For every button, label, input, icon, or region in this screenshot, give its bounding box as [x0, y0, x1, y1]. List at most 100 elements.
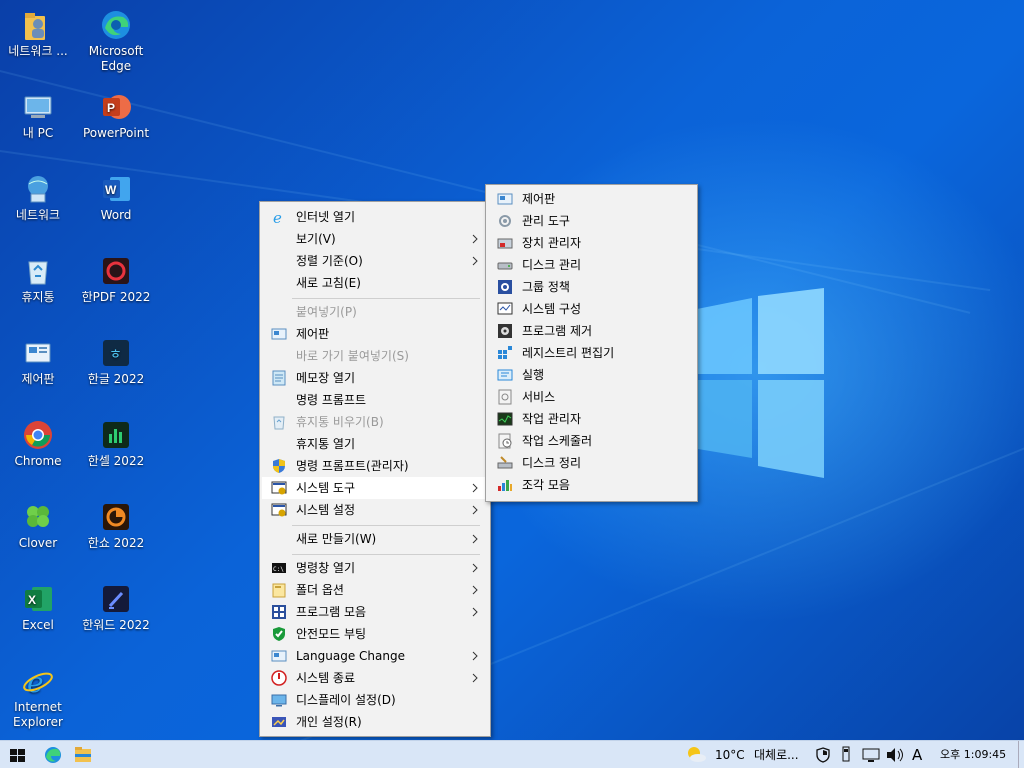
windows-logo-icon — [692, 288, 824, 478]
desktop-icon-chrome[interactable]: Chrome — [0, 412, 76, 488]
uninstall-icon — [498, 324, 512, 338]
desktop-icon-user[interactable]: 네트워크 ... — [0, 2, 76, 78]
start-button-windows-icon[interactable] — [0, 741, 36, 768]
desktop-icon-excel[interactable]: X Excel — [0, 576, 76, 652]
desktop-icon-hanshow[interactable]: 한쇼 2022 — [78, 494, 154, 570]
submenu-item-label: 작업 스케줄러 — [522, 434, 593, 448]
menu-item-safe-mode-boot[interactable]: 안전모드 부팅 — [262, 623, 488, 645]
weather-temperature[interactable]: 10°C — [715, 741, 745, 768]
desktop-icon-powerpoint[interactable]: P PowerPoint — [78, 84, 154, 160]
menu-item-label: 인터넷 열기 — [296, 210, 356, 224]
submenu-item-uninstall-programs[interactable]: 프로그램 제거 — [488, 320, 695, 342]
ie-icon: e — [23, 666, 53, 698]
recycle-bin-icon — [28, 261, 48, 285]
menu-item-paste-shortcut[interactable]: 바로 가기 붙여넣기(S) — [262, 345, 488, 367]
submenu-item-group-policy[interactable]: 그룹 정책 — [488, 276, 695, 298]
cmd-icon: C:\ — [272, 563, 286, 573]
desktop-icon-label: 제어판 — [21, 372, 55, 386]
desktop-icon-hangul[interactable]: ㅎ 한글 2022 — [78, 330, 154, 406]
desktop-icon-control-panel[interactable]: 제어판 — [0, 330, 76, 406]
submenu-item-task-manager[interactable]: 작업 관리자 — [488, 408, 695, 430]
menu-item-shutdown[interactable]: 시스템 종료 — [262, 667, 488, 689]
word-icon: W — [103, 177, 130, 201]
desktop-icon-recycle-bin[interactable]: 휴지통 — [0, 248, 76, 324]
taskbar-edge-icon[interactable] — [38, 741, 68, 768]
menu-item-new[interactable]: 새로 만들기(W) — [262, 528, 488, 550]
submenu-item-label: 작업 관리자 — [522, 412, 582, 426]
menu-item-open-notepad[interactable]: 메모장 열기 — [262, 367, 488, 389]
submenu-item-admin-tools[interactable]: 관리 도구 — [488, 210, 695, 232]
menu-item-label: 명령 프롬프트(관리자) — [296, 459, 409, 473]
menu-item-label: 명령 프롬프트 — [296, 393, 367, 407]
svg-text:C:\: C:\ — [273, 566, 284, 573]
input-method-indicator[interactable]: A — [912, 741, 922, 768]
run-icon — [497, 369, 513, 381]
desktop-icon-network[interactable]: 네트워크 — [0, 166, 76, 242]
show-desktop-button[interactable] — [1018, 741, 1024, 768]
desktop-icon-label: 한쇼 2022 — [87, 536, 145, 550]
shield-icon — [273, 459, 285, 473]
desktop-icon-my-pc[interactable]: 내 PC — [0, 84, 76, 160]
menu-item-command-prompt[interactable]: 명령 프롬프트 — [262, 389, 488, 411]
submenu-item-disk-management[interactable]: 디스크 관리 — [488, 254, 695, 276]
menu-item-refresh[interactable]: 새로 고침(E) — [262, 272, 488, 294]
menu-item-language-change[interactable]: Language Change — [262, 645, 488, 667]
submenu-item-defragment[interactable]: 조각 모음 — [488, 474, 695, 496]
weather-description[interactable]: 대체로... — [754, 741, 799, 768]
menu-item-label: 디스플레이 설정(D) — [296, 693, 396, 707]
menu-item-personalize[interactable]: 개인 설정(R) — [262, 711, 488, 733]
menu-item-system-tools[interactable]: 시스템 도구 — [262, 477, 488, 499]
control-panel-icon — [497, 193, 513, 205]
submenu-item-task-scheduler[interactable]: 작업 스케줄러 — [488, 430, 695, 452]
menu-item-open-recycle-bin[interactable]: 휴지통 열기 — [262, 433, 488, 455]
submenu-item-disk-cleanup[interactable]: 디스크 정리 — [488, 452, 695, 474]
network-status-icon[interactable] — [860, 741, 882, 768]
network-icon — [28, 176, 48, 203]
desktop-icon-label: 네트워크 ... — [8, 44, 68, 58]
desktop-icon-label: Internet Explorer — [13, 700, 63, 729]
submenu-item-services[interactable]: 서비스 — [488, 386, 695, 408]
desktop-icon-clover[interactable]: Clover — [0, 494, 76, 570]
taskbar-file-explorer-icon[interactable] — [68, 741, 98, 768]
desktop-icon-word[interactable]: W Word — [78, 166, 154, 242]
menu-item-open-cmd-window[interactable]: C:\ 명령창 열기 — [262, 557, 488, 579]
disk-cleanup-icon — [497, 456, 513, 469]
submenu-item-system-config[interactable]: 시스템 구성 — [488, 298, 695, 320]
menu-item-open-internet[interactable]: e 인터넷 열기 — [262, 206, 488, 228]
menu-item-system-settings[interactable]: 시스템 설정 — [262, 499, 488, 521]
submenu-item-run[interactable]: 실행 — [488, 364, 695, 386]
taskbar-clock[interactable]: 오후 1:09:45 — [940, 741, 1006, 768]
desktop-icon-hanpdf[interactable]: 한PDF 2022 — [78, 248, 154, 324]
menu-item-paste[interactable]: 붙여넣기(P) — [262, 301, 488, 323]
desktop-icon-hanword[interactable]: 한워드 2022 — [78, 576, 154, 652]
submenu-item-registry-editor[interactable]: 레지스트리 편집기 — [488, 342, 695, 364]
menu-item-sort-by[interactable]: 정렬 기준(O) — [262, 250, 488, 272]
chevron-right-icon — [472, 585, 478, 595]
menu-item-empty-recycle-bin[interactable]: 휴지통 비우기(B) — [262, 411, 488, 433]
weather-sun-icon[interactable] — [684, 741, 708, 768]
security-shield-icon[interactable] — [814, 741, 832, 768]
menu-item-control-panel[interactable]: 제어판 — [262, 323, 488, 345]
desktop-icon-hancell[interactable]: 한셀 2022 — [78, 412, 154, 488]
desktop-icon-internet-explorer[interactable]: e Internet Explorer — [0, 658, 76, 734]
menu-item-program-collection[interactable]: 프로그램 모음 — [262, 601, 488, 623]
chevron-right-icon — [472, 534, 478, 544]
submenu-item-control-panel[interactable]: 제어판 — [488, 188, 695, 210]
submenu-item-device-manager[interactable]: 장치 관리자 — [488, 232, 695, 254]
volume-icon[interactable] — [884, 741, 906, 768]
usb-device-icon[interactable] — [838, 741, 854, 768]
menu-item-label: 붙여넣기(P) — [296, 305, 357, 319]
chevron-right-icon — [472, 563, 478, 573]
submenu-item-label: 관리 도구 — [522, 214, 570, 228]
group-policy-icon — [498, 280, 512, 294]
menu-item-display-settings[interactable]: 디스플레이 설정(D) — [262, 689, 488, 711]
registry-icon — [498, 346, 512, 359]
menu-item-view[interactable]: 보기(V) — [262, 228, 488, 250]
hanpdf-icon — [103, 258, 129, 284]
menu-item-label: 명령창 열기 — [296, 561, 356, 575]
menu-item-folder-options[interactable]: 폴더 옵션 — [262, 579, 488, 601]
menu-item-command-prompt-admin[interactable]: 명령 프롬프트(관리자) — [262, 455, 488, 477]
desktop-icon-edge[interactable]: Microsoft Edge — [78, 2, 154, 78]
menu-item-label: 폴더 옵션 — [296, 583, 344, 597]
hancell-icon — [103, 422, 129, 448]
